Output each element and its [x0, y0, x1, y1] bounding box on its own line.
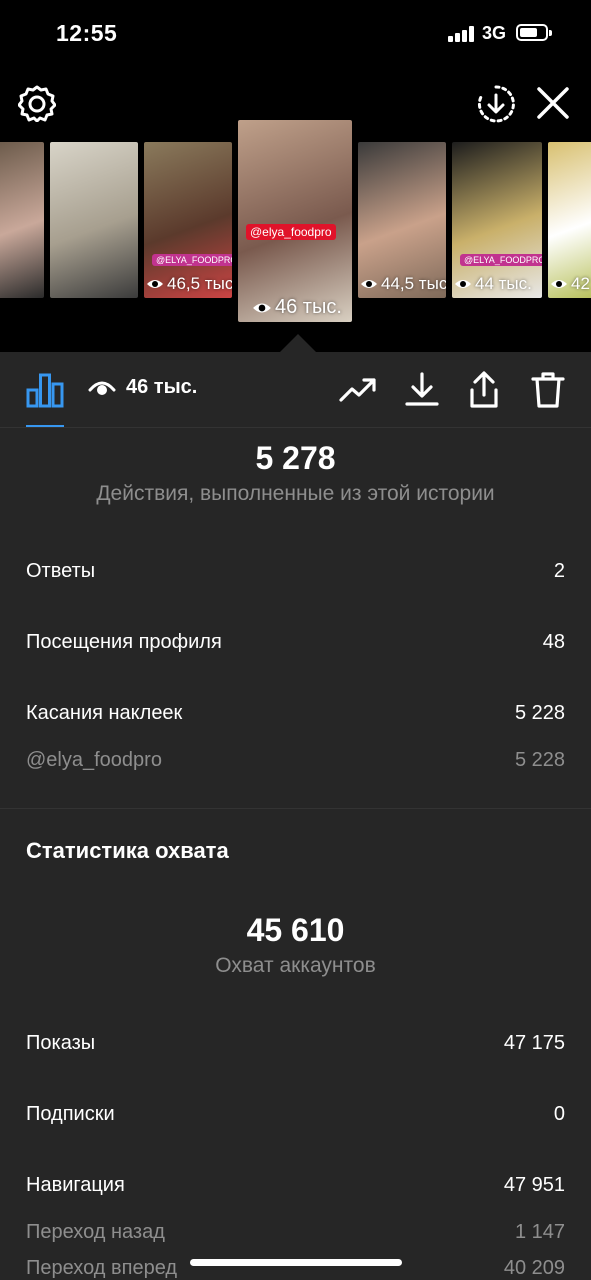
eye-icon: [88, 381, 116, 395]
stat-label: Переход вперед: [26, 1257, 178, 1279]
stat-value: 40 209: [503, 1257, 565, 1279]
stat-value: 0: [553, 1103, 565, 1125]
eye-icon: [253, 303, 271, 312]
insights-toolbar: 46 тыс.: [0, 352, 591, 428]
thumbnail-views: 44 тыс.: [454, 274, 532, 294]
thumbnail-mention-tag: @ELYA_FOODPRO: [460, 254, 542, 266]
thumbnail-mention-tag: @ELYA_FOODPRO: [152, 254, 232, 266]
stat-label: Посещения профиля: [26, 631, 222, 653]
story-thumbnail[interactable]: [50, 142, 138, 298]
stat-value: 47 175: [503, 1032, 565, 1054]
download-circle-icon[interactable]: [476, 84, 516, 124]
stories-header: 12:55 3G 46,5 тыс. @ELYA_FOODPRO 46 тыс.…: [0, 0, 591, 352]
story-thumbnail[interactable]: 46,5 тыс. @ELYA_FOODPRO: [144, 142, 232, 298]
stat-label: Переход назад: [26, 1221, 165, 1243]
story-thumbnail-selected[interactable]: 46 тыс. @elya_foodpro: [238, 120, 352, 322]
views-count-label: 46 тыс.: [126, 376, 198, 398]
stat-value: 47 951: [503, 1174, 565, 1196]
thumbnail-views-text: 44,5 тыс.: [381, 274, 446, 293]
active-tab-indicator: [26, 425, 64, 427]
stat-value: 1 147: [514, 1221, 565, 1243]
thumbnail-views-text: 46,5 тыс.: [167, 274, 232, 293]
thumbnail-views: 44,5 тыс.: [360, 274, 446, 294]
insights-chart-icon[interactable]: [26, 372, 64, 408]
views-count[interactable]: 46 тыс.: [88, 376, 197, 399]
stat-label: Навигация: [26, 1174, 125, 1196]
eye-icon: [147, 280, 163, 288]
reach-heading: Статистика охвата: [26, 838, 229, 863]
stat-label: Ответы: [26, 560, 96, 582]
download-icon[interactable]: [402, 370, 442, 410]
eye-icon: [551, 280, 567, 288]
stat-row-profile-visits: Посещения профиля 48: [26, 631, 565, 654]
story-thumbnail[interactable]: 44,5 тыс.: [358, 142, 446, 298]
delete-trash-icon[interactable]: [528, 370, 568, 410]
stat-value: 48: [542, 631, 565, 653]
eye-icon: [455, 280, 471, 288]
stat-value: 2: [553, 560, 565, 582]
stat-label: Касания наклеек: [26, 702, 183, 724]
thumbnail-views-text: 42: [571, 274, 590, 293]
reach-caption: Охват аккаунтов: [215, 954, 376, 977]
stat-label: Подписки: [26, 1103, 115, 1125]
story-thumbnails-strip: 46,5 тыс. @ELYA_FOODPRO 46 тыс. @elya_fo…: [0, 120, 591, 322]
network-type: 3G: [482, 23, 507, 43]
stat-row-impressions: Показы 47 175: [26, 1032, 565, 1055]
interactions-caption: Действия, выполненные из этой истории: [96, 482, 495, 505]
thumbnail-views-text: 46 тыс.: [275, 296, 342, 318]
stat-subrow-mention[interactable]: @elya_foodpro 5 228: [26, 749, 565, 772]
story-thumbnail[interactable]: [0, 142, 44, 298]
home-indicator[interactable]: [190, 1259, 402, 1266]
stat-value: 5 228: [514, 702, 565, 724]
status-time: 12:55: [56, 20, 118, 46]
interactions-total: 5 278: [255, 440, 336, 476]
promote-trend-icon[interactable]: [338, 370, 378, 410]
stat-label: Показы: [26, 1032, 96, 1054]
thumbnail-views: 42: [550, 274, 590, 294]
story-thumbnail[interactable]: 42: [548, 142, 591, 298]
section-divider: [0, 808, 591, 809]
thumbnail-views: 46 тыс.: [252, 296, 342, 319]
stat-row-replies: Ответы 2: [26, 560, 565, 583]
signal-icon: [448, 26, 476, 42]
battery-icon: [516, 24, 552, 41]
close-icon[interactable]: [534, 84, 572, 122]
share-icon[interactable]: [464, 370, 504, 410]
stat-row-navigation: Навигация 47 951: [26, 1174, 565, 1197]
stat-row-follows: Подписки 0: [26, 1103, 565, 1126]
thumbnail-mention-tag: @elya_foodpro: [246, 224, 336, 240]
stat-subrow-back: Переход назад 1 147: [26, 1221, 565, 1244]
stat-value: 5 228: [514, 749, 565, 771]
reach-total: 45 610: [246, 912, 345, 948]
thumbnail-views-text: 44 тыс.: [475, 274, 532, 293]
status-bar: 12:55 3G: [0, 0, 591, 68]
selected-story-pointer: [280, 334, 316, 352]
settings-gear-icon[interactable]: [18, 84, 56, 122]
story-thumbnail[interactable]: 44 тыс. @ELYA_FOODPRO: [452, 142, 542, 298]
eye-icon: [361, 280, 377, 288]
stat-label: @elya_foodpro: [26, 749, 162, 771]
stat-row-sticker-taps: Касания наклеек 5 228: [26, 702, 565, 725]
thumbnail-views: 46,5 тыс.: [146, 274, 232, 294]
